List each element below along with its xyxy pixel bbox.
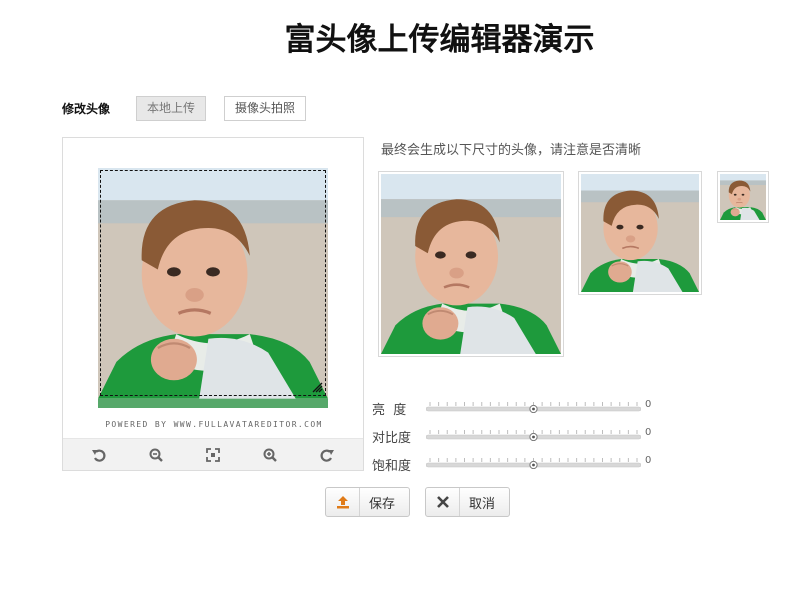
adjustment-sliders: 亮 度 0 对比度 0 饱和度 0 (372, 396, 662, 480)
rotate-right-icon[interactable] (316, 444, 338, 466)
preview-large (378, 171, 564, 357)
crop-selection-box[interactable] (100, 170, 326, 396)
saturation-row: 饱和度 0 (372, 452, 662, 480)
preview-small (717, 171, 769, 223)
editor-toolbar (63, 438, 363, 470)
avatar-editor-panel: POWERED BY WWW.FULLAVATAREDITOR.COM (62, 137, 364, 471)
contrast-slider[interactable] (426, 429, 641, 441)
cancel-label: 取消 (469, 496, 496, 512)
rotate-left-icon[interactable] (88, 444, 110, 466)
save-button[interactable]: 保存 (325, 487, 411, 517)
resize-handle-icon[interactable] (311, 381, 323, 393)
zoom-in-icon[interactable] (259, 444, 281, 466)
brightness-label: 亮 度 (372, 403, 407, 418)
slider-handle-dot (532, 407, 535, 411)
save-label: 保存 (369, 496, 396, 512)
powered-by-text: POWERED BY WWW.FULLAVATAREDITOR.COM (105, 420, 323, 429)
brightness-slider[interactable] (426, 401, 641, 413)
crop-area[interactable] (98, 168, 328, 408)
slider-handle-dot (532, 435, 535, 439)
contrast-label: 对比度 (372, 431, 412, 446)
brightness-value: 0 (645, 399, 652, 410)
contrast-row: 对比度 0 (372, 424, 662, 452)
upload-icon (326, 488, 360, 516)
avatar-source-tabs: 修改头像 本地上传 摄像头拍照 (62, 95, 324, 121)
fit-icon[interactable] (202, 444, 224, 466)
zoom-out-icon[interactable] (145, 444, 167, 466)
close-icon (426, 488, 461, 516)
saturation-slider[interactable] (426, 457, 641, 469)
action-bar: 保存 取消 (325, 487, 525, 517)
slider-handle-dot (532, 463, 535, 467)
brightness-row: 亮 度 0 (372, 396, 662, 424)
saturation-label: 饱和度 (372, 459, 412, 474)
tabs-label: 修改头像 (62, 101, 111, 116)
preview-medium (578, 171, 702, 295)
upload-base (336, 506, 349, 509)
page-title: 富头像上传编辑器演示 (284, 22, 595, 58)
saturation-value: 0 (645, 455, 652, 466)
upload-arrow (337, 496, 348, 505)
cancel-button[interactable]: 取消 (425, 487, 511, 517)
contrast-value: 0 (645, 427, 652, 438)
tab-local-upload[interactable]: 本地上传 (136, 95, 207, 121)
preview-hint: 最终会生成以下尺寸的头像，请注意是否清晰 (381, 143, 642, 158)
tab-camera-capture[interactable]: 摄像头拍照 (224, 95, 307, 121)
